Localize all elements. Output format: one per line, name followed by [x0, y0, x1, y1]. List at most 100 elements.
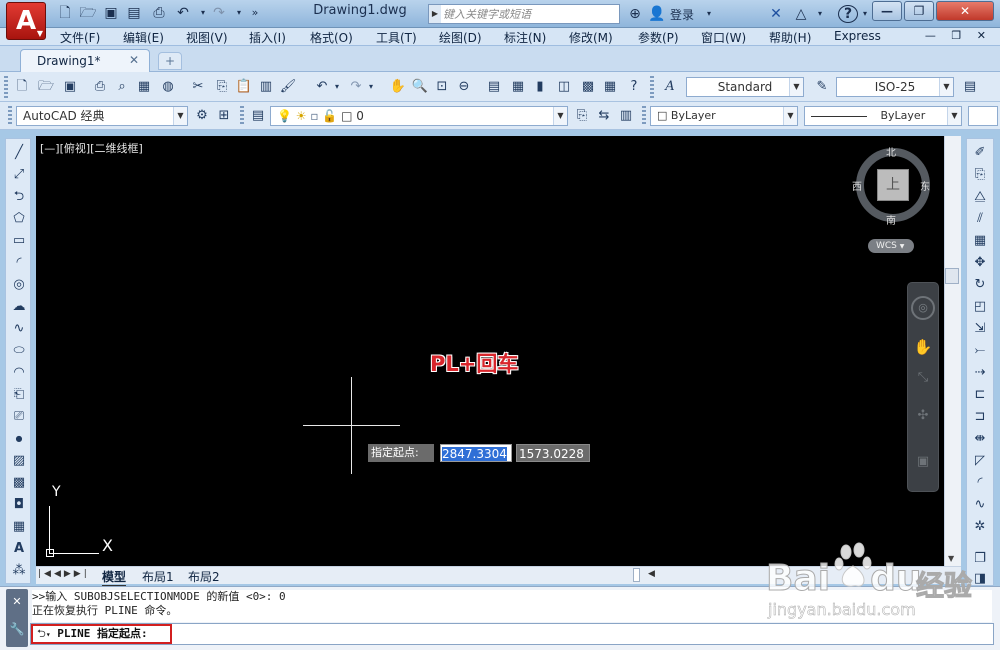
user-icon[interactable]: 👤	[648, 4, 666, 24]
login-dropdown-icon[interactable]: ▾	[702, 4, 716, 24]
text-style-select[interactable]: Standard ▼	[686, 77, 804, 97]
break-icon[interactable]: ⊐	[969, 407, 991, 427]
calculator-icon[interactable]: ▦	[600, 77, 620, 97]
layer-states-icon[interactable]: ▥	[616, 106, 636, 126]
toolbar-grip[interactable]	[642, 106, 646, 126]
point-icon[interactable]: ●	[8, 429, 30, 449]
line-icon[interactable]: ╱	[8, 143, 30, 163]
close-button[interactable]: ✕	[936, 1, 994, 21]
fillet-icon[interactable]: ◜	[969, 473, 991, 493]
tab-layout2[interactable]: 布局2	[188, 568, 220, 585]
make-block-icon[interactable]: ⎚	[8, 407, 30, 427]
new-file-icon[interactable]: 🗋	[56, 4, 74, 22]
toolbar-grip[interactable]	[650, 76, 654, 98]
table-icon[interactable]: ▦	[8, 517, 30, 537]
multiline-text-icon[interactable]: A	[8, 539, 30, 559]
zoom-window-icon[interactable]: ⊡	[432, 77, 452, 97]
menu-draw[interactable]: 绘图(D)	[439, 29, 482, 46]
autodesk-360-icon[interactable]: △	[790, 4, 812, 24]
toolbar-grip[interactable]	[4, 76, 8, 98]
help-icon[interactable]: ?	[624, 77, 644, 97]
dynamic-input-x-field[interactable]: 2847.3304	[440, 444, 512, 462]
menu-parametric[interactable]: 参数(P)	[638, 29, 679, 46]
menu-window[interactable]: 窗口(W)	[701, 29, 746, 46]
viewport-controls-label[interactable]: [—][俯视][二维线框]	[40, 140, 143, 156]
hatch-icon[interactable]: ▨	[8, 451, 30, 471]
layer-previous-icon[interactable]: ⇆	[594, 106, 614, 126]
ellipse-icon[interactable]: ⬭	[8, 341, 30, 361]
command-line-handle[interactable]: ✕ 🔧	[6, 589, 28, 647]
more-tools-icon[interactable]: »	[246, 4, 264, 22]
drawing-canvas[interactable]: [—][俯视][二维线框] PL+回车 指定起点: 2847.3304 1573…	[36, 136, 944, 566]
menu-tools[interactable]: 工具(T)	[376, 29, 417, 46]
redo-icon[interactable]: ↷	[346, 77, 366, 97]
undo-icon[interactable]: ↶	[174, 4, 192, 22]
menu-file[interactable]: 文件(F)	[60, 29, 100, 46]
move-icon[interactable]: ✥	[969, 253, 991, 273]
layout-nav-arrows[interactable]: |◀◀▶▶|	[38, 569, 90, 579]
add-selected-icon[interactable]: ⁂	[8, 561, 30, 581]
vertical-scrollbar-thumb[interactable]	[945, 268, 959, 284]
command-recent-icon[interactable]: ⮌	[37, 627, 46, 640]
stretch-icon[interactable]: ⇲	[969, 319, 991, 339]
pan-hand-icon[interactable]: ✋	[913, 338, 933, 358]
orbit-icon[interactable]: ✣	[913, 408, 933, 428]
offset-icon[interactable]: ⫽	[969, 209, 991, 229]
3d-print-icon[interactable]: ◍	[158, 77, 178, 97]
construction-line-icon[interactable]: ⤢	[8, 165, 30, 185]
layer-select[interactable]: 💡 ☀ ▫ 🔓 □ 0 ▼	[270, 106, 568, 126]
make-current-layer-icon[interactable]: ⎘	[572, 106, 592, 126]
cut-icon[interactable]: ✂	[188, 77, 208, 97]
scale-icon[interactable]: ◰	[969, 297, 991, 317]
sheet-set-icon[interactable]: ◫	[554, 77, 574, 97]
rectangle-icon[interactable]: ▭	[8, 231, 30, 251]
compass-west[interactable]: 西	[852, 178, 862, 193]
plot-icon[interactable]: ⎙	[90, 77, 110, 97]
steering-wheel-icon[interactable]: ◎	[911, 296, 935, 320]
dim-style-select[interactable]: ISO-25 ▼	[836, 77, 954, 97]
tool-palettes-icon[interactable]: ▮	[530, 77, 550, 97]
compass-north[interactable]: 北	[886, 144, 896, 159]
close-tab-icon[interactable]: ✕	[129, 53, 139, 67]
table-style-icon[interactable]: ▤	[960, 77, 980, 97]
zoom-extents-icon[interactable]: ⤡	[913, 370, 933, 390]
undo-dropdown-icon[interactable]: ▾	[332, 77, 342, 97]
arc-icon[interactable]: ◜	[8, 253, 30, 273]
wcs-menu-button[interactable]: WCS ▼	[868, 239, 914, 253]
blend-curves-icon[interactable]: ∿	[969, 495, 991, 515]
clean-screen-icon[interactable]: ⊞	[214, 106, 234, 126]
match-properties-icon[interactable]: ▥	[256, 77, 276, 97]
break-at-point-icon[interactable]: ⊏	[969, 385, 991, 405]
chamfer-icon[interactable]: ◸	[969, 451, 991, 471]
toolbar-grip[interactable]	[8, 106, 12, 126]
toolbar-grip[interactable]	[240, 106, 244, 126]
workspace-settings-icon[interactable]: ⚙	[192, 106, 212, 126]
minimize-button[interactable]: —	[872, 1, 902, 21]
menu-format[interactable]: 格式(O)	[310, 29, 353, 46]
plot-preview-icon[interactable]: ⌕	[112, 77, 132, 97]
markup-icon[interactable]: ▩	[578, 77, 598, 97]
new-tab-button[interactable]: +	[158, 52, 182, 70]
menu-modify[interactable]: 修改(M)	[569, 29, 613, 46]
restore-button[interactable]: ❐	[904, 1, 934, 21]
compass-east[interactable]: 东	[920, 178, 930, 193]
help-dropdown-icon[interactable]: ▾	[860, 4, 870, 24]
compass-south[interactable]: 南	[886, 212, 896, 227]
zoom-previous-icon[interactable]: ⊖	[454, 77, 474, 97]
zoom-realtime-icon[interactable]: 🔍	[410, 77, 430, 97]
print-icon[interactable]: ⎙	[150, 4, 168, 22]
search-expand-icon[interactable]: ▶	[429, 5, 441, 23]
design-center-icon[interactable]: ▦	[508, 77, 528, 97]
properties-icon[interactable]: ▤	[484, 77, 504, 97]
mirror-icon[interactable]: ⧋	[969, 187, 991, 207]
layer-properties-icon[interactable]: ▤	[248, 106, 268, 126]
close-icon[interactable]: ✕	[6, 595, 28, 608]
application-menu-button[interactable]: A ▼	[6, 2, 46, 40]
undo-icon[interactable]: ↶	[312, 77, 332, 97]
pan-icon[interactable]: ✋	[388, 77, 408, 97]
redo-dropdown-icon[interactable]: ▾	[366, 77, 376, 97]
polygon-icon[interactable]: ⬠	[8, 209, 30, 229]
rotate-icon[interactable]: ↻	[969, 275, 991, 295]
save-icon[interactable]: ▣	[102, 4, 120, 22]
menu-help[interactable]: 帮助(H)	[769, 29, 811, 46]
